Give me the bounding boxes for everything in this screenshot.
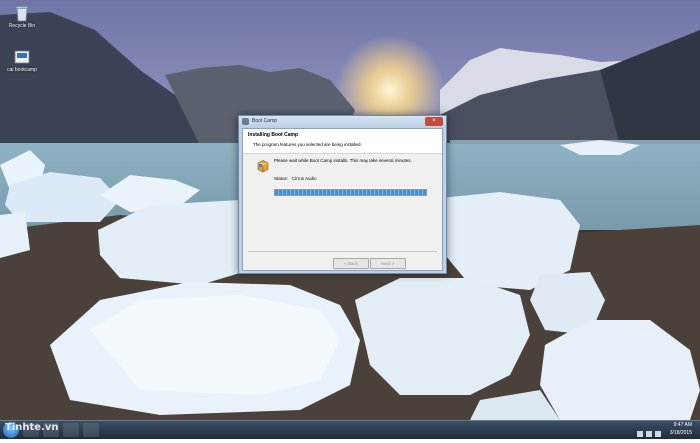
system-tray-icons[interactable] (636, 425, 662, 437)
installer-header: Installing Boot Camp The program feature… (243, 129, 442, 154)
install-progress-fill (275, 190, 426, 195)
close-button[interactable]: × (425, 117, 443, 126)
install-message: Please wait while Boot Camp installs. Th… (274, 158, 412, 163)
clock-time[interactable]: 9:47 AM (674, 422, 692, 428)
status-value: Cirrus Audio (292, 176, 317, 181)
recycle-bin-label: Recycle Bin (8, 23, 36, 29)
window-titlebar[interactable]: Boot Camp × (239, 116, 446, 128)
window-title: Boot Camp (252, 118, 278, 124)
header-title: Installing Boot Camp (248, 132, 298, 138)
desktop-icon-recycle-bin[interactable]: Recycle Bin (2, 4, 42, 29)
status-label: Status: (274, 176, 289, 181)
next-button[interactable]: Next > (370, 258, 406, 269)
desktop-icon-cai-bootcamp[interactable]: cai bootcamp (2, 48, 42, 73)
button-separator (248, 251, 437, 252)
boot-camp-app-icon (242, 118, 249, 125)
taskbar-bootcamp-button[interactable] (83, 423, 99, 437)
window-client-area: Installing Boot Camp The program feature… (242, 128, 443, 271)
install-progress-bar (274, 189, 427, 196)
installer-package-icon (256, 159, 270, 173)
recycle-bin-icon (13, 4, 31, 22)
back-button[interactable]: < Back (333, 258, 369, 269)
watermark-text: Tinhte.vn (5, 422, 59, 433)
folder-icon (13, 48, 31, 66)
header-subtitle: The program features you selected are be… (253, 142, 362, 147)
taskbar (0, 420, 700, 439)
clock-date[interactable]: 3/18/2015 (670, 430, 692, 436)
taskbar-media-button[interactable] (63, 423, 79, 437)
cai-bootcamp-label: cai bootcamp (7, 67, 37, 73)
boot-camp-installer-window: Boot Camp × Installing Boot Camp The pro… (238, 115, 447, 274)
